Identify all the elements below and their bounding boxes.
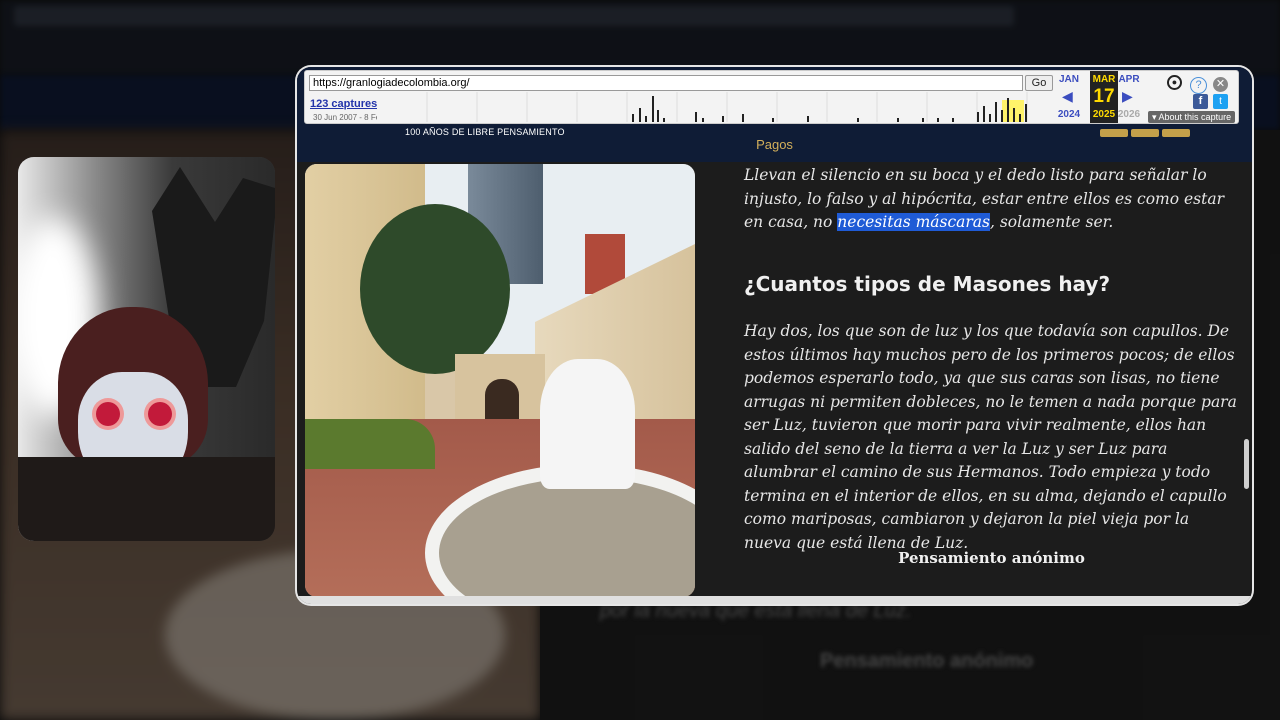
webcam-body (18, 457, 275, 541)
photo-tree (360, 204, 510, 374)
site-tagline: 100 AÑOS DE LIBRE PENSAMIENTO (405, 127, 565, 137)
wayback-about-label: About this capture (1158, 112, 1232, 122)
wayback-current-month: MAR (1092, 74, 1116, 85)
webcam-mask-eye-right (148, 402, 172, 426)
article-heading: ¿Cuantos tipos de Masones hay? (744, 272, 1111, 296)
wayback-current-day: 17 (1093, 86, 1115, 107)
help-icon[interactable]: ? (1190, 77, 1207, 94)
window-bottom-edge (297, 596, 1252, 604)
wayback-about-capture-button[interactable]: ▾ About this capture (1148, 111, 1236, 123)
photo-thinker-statue (540, 359, 635, 489)
webcam-overlay (18, 157, 275, 541)
wayback-next-year[interactable]: 2026 (1114, 109, 1144, 120)
article-paragraph-1: Llevan el silencio en su boca y el dedo … (744, 164, 1239, 235)
close-icon[interactable]: ✕ (1213, 77, 1228, 92)
account-icon[interactable]: ● (1167, 75, 1182, 90)
article-paragraph-2: Hay dos, los que son de luz y los que to… (744, 322, 1237, 552)
lodge-courtyard-photo (305, 164, 695, 597)
photo-hedge (305, 419, 435, 469)
webcam-mask-eye-left (96, 402, 120, 426)
facebook-icon[interactable]: f (1193, 94, 1208, 109)
wayback-date-range: 30 Jun 2007 - 8 Fe (313, 113, 381, 122)
para1-text-end: , solamente ser. (990, 213, 1114, 231)
article-author: Pensamiento anónimo (898, 549, 1085, 567)
wayback-toolbar: https://granlogiadecolombia.org/ Go 123 … (304, 70, 1239, 124)
wayback-next-month[interactable]: APR (1116, 74, 1142, 85)
twitter-icon[interactable]: t (1213, 94, 1228, 109)
nav-item-pagos-label: Pagos (756, 137, 793, 152)
nav-item-pagos[interactable]: Pagos (297, 137, 1252, 152)
wayback-go-button[interactable]: Go (1025, 75, 1053, 91)
wayback-prev-month[interactable]: JAN (1056, 74, 1082, 85)
selected-text-highlight[interactable]: necesitas máscaras (837, 213, 990, 231)
wayback-prev-year[interactable]: 2024 (1054, 109, 1084, 120)
site-header: https://granlogiadecolombia.org/ Go 123 … (297, 67, 1252, 162)
wayback-captures-link[interactable]: 123 captures (310, 98, 377, 110)
wayback-url-input[interactable]: https://granlogiadecolombia.org/ (309, 75, 1023, 91)
vertical-scrollbar-thumb[interactable] (1244, 439, 1249, 489)
browser-window: https://granlogiadecolombia.org/ Go 123 … (297, 67, 1252, 604)
wayback-next-arrow-icon[interactable]: ▶ (1122, 88, 1133, 105)
wayback-capture-histogram[interactable] (377, 92, 1047, 122)
wayback-prev-arrow-icon[interactable]: ◀ (1062, 88, 1073, 105)
